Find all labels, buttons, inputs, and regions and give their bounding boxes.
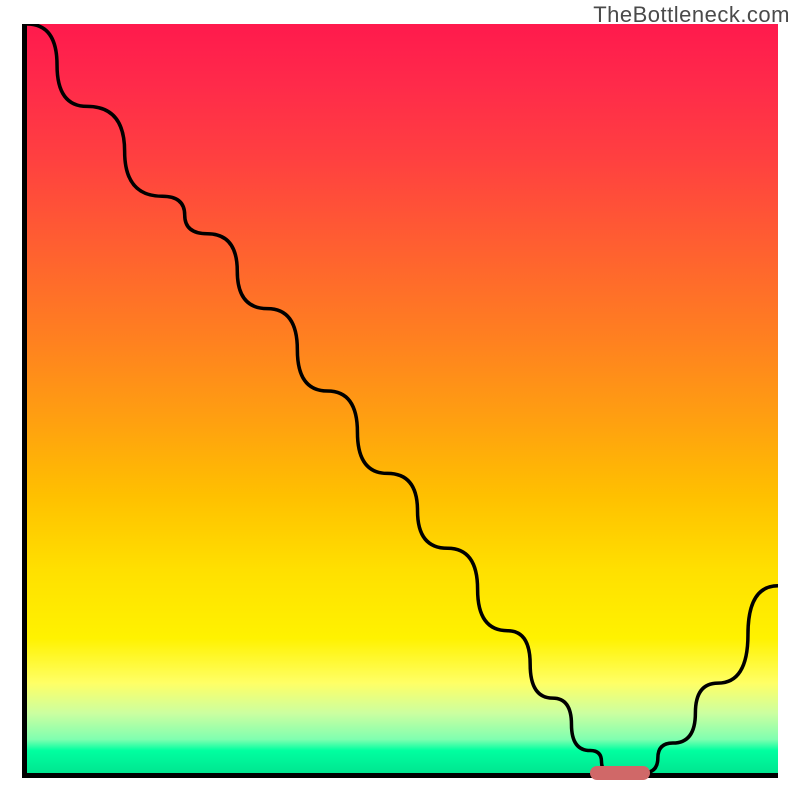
plot-area [22, 24, 778, 778]
watermark-text: TheBottleneck.com [593, 2, 790, 28]
curve-path [27, 24, 778, 773]
optimal-range-marker [590, 766, 650, 780]
chart-container: TheBottleneck.com [0, 0, 800, 800]
bottleneck-curve [27, 24, 778, 773]
